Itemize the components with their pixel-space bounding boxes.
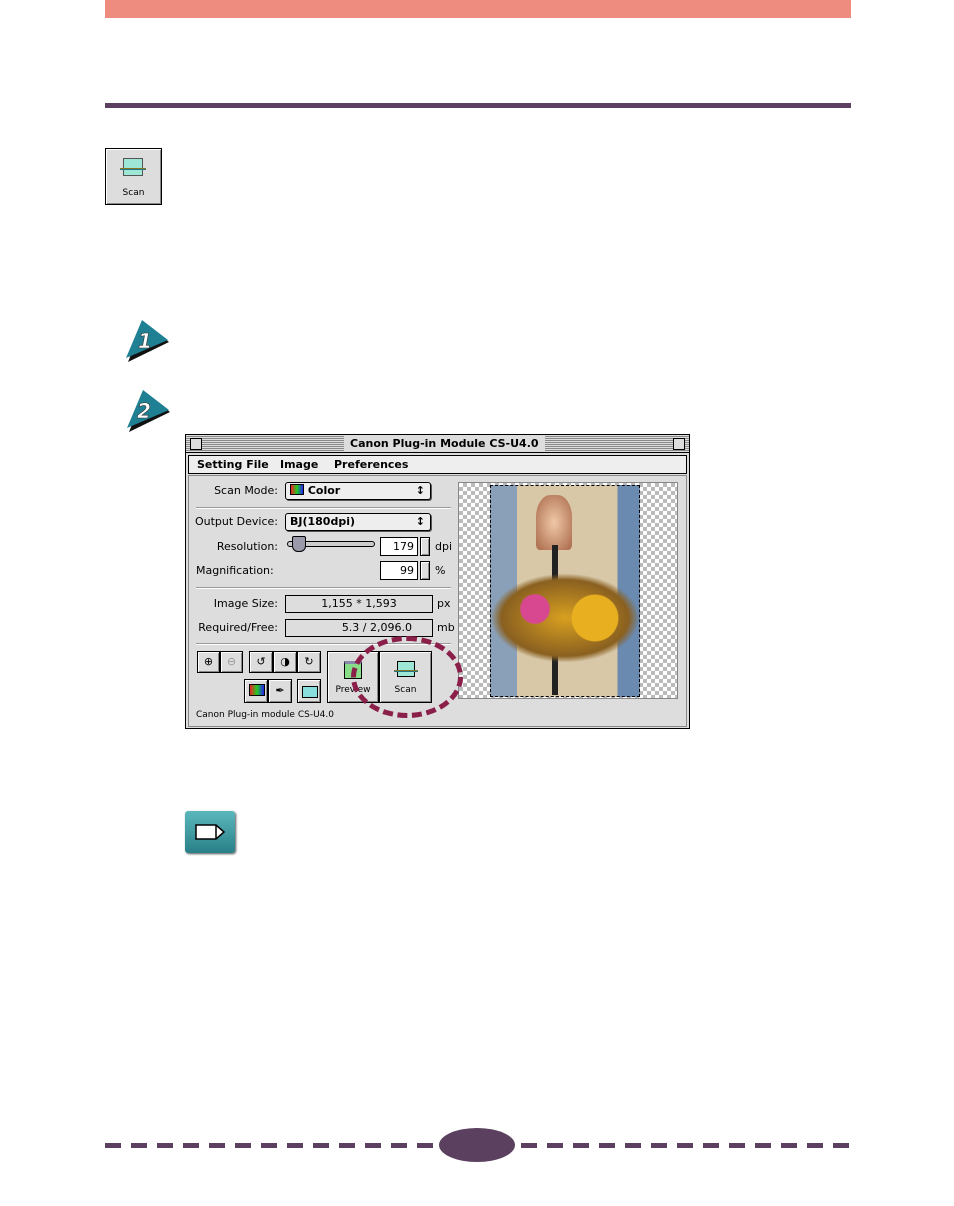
color-icon — [290, 484, 304, 495]
magnification-unit: % — [435, 564, 446, 577]
magnification-input[interactable]: 99 — [380, 561, 418, 580]
scan-icon — [120, 158, 146, 176]
popup-arrows-icon: ↕ — [415, 484, 425, 497]
step-1-icon: 1 — [126, 320, 169, 362]
required-free-value: 5.3 / 2,096.0 — [285, 619, 433, 637]
svg-text:2: 2 — [137, 399, 151, 423]
resolution-slider-thumb[interactable] — [292, 536, 306, 552]
rotate-left-button[interactable]: ↺ — [249, 651, 273, 673]
header-bar — [105, 0, 851, 18]
step-2-icon: 2 — [127, 390, 170, 432]
output-device-select[interactable]: BJ(180dpi) ↕ — [285, 513, 431, 531]
preview-area[interactable] — [458, 482, 678, 699]
image-view-button[interactable] — [297, 679, 321, 703]
image-size-value: 1,155 * 1,593 — [285, 595, 433, 613]
flip-button[interactable]: ◑ — [273, 651, 297, 673]
window-title: Canon Plug-in Module CS-U4.0 — [344, 435, 545, 452]
menu-setting-file[interactable]: Setting File — [197, 456, 269, 473]
svg-text:1: 1 — [138, 329, 152, 353]
color-adjust-button[interactable] — [244, 679, 268, 703]
scan-mode-label: Scan Mode: — [214, 484, 278, 497]
image-size-label: Image Size: — [213, 597, 278, 610]
required-free-label: Required/Free: — [198, 621, 278, 634]
note-pencil-icon — [185, 811, 235, 853]
popup-arrows-icon: ↕ — [415, 515, 425, 528]
close-box[interactable] — [190, 438, 202, 450]
scan-icon-button: Scan — [105, 148, 162, 205]
eyedropper-button[interactable]: ✒ — [268, 679, 292, 703]
resolution-unit: dpi — [435, 540, 453, 553]
menu-preferences[interactable]: Preferences — [334, 456, 408, 473]
output-device-label: Output Device: — [194, 515, 278, 528]
title-rule — [105, 103, 851, 108]
menu-image[interactable]: Image — [280, 456, 318, 473]
zoom-out-button[interactable]: ⊖ — [220, 651, 243, 673]
zoom-in-button[interactable]: ⊕ — [197, 651, 220, 673]
title-bar[interactable]: Canon Plug-in Module CS-U4.0 — [186, 435, 689, 453]
required-free-unit: mb — [437, 621, 455, 634]
scan-mode-select[interactable]: Color ↕ — [285, 482, 431, 500]
menu-bar: Setting File Image Preferences — [188, 455, 687, 474]
magnification-stepper[interactable] — [420, 561, 430, 580]
magnification-label: Magnification: — [196, 564, 274, 577]
image-size-unit: px — [437, 597, 451, 610]
resolution-label: Resolution: — [216, 540, 278, 553]
collapse-box[interactable] — [673, 438, 685, 450]
highlight-circle — [351, 636, 463, 718]
resolution-input[interactable]: 179 — [380, 537, 418, 556]
image-icon — [302, 686, 318, 698]
status-text: Canon Plug-in module CS-U4.0 — [196, 710, 334, 720]
page-number-oval — [439, 1128, 515, 1162]
color-bars-icon — [249, 684, 265, 696]
rotate-right-button[interactable]: ↻ — [297, 651, 321, 673]
crop-frame[interactable] — [490, 485, 640, 697]
resolution-stepper[interactable] — [420, 537, 430, 556]
